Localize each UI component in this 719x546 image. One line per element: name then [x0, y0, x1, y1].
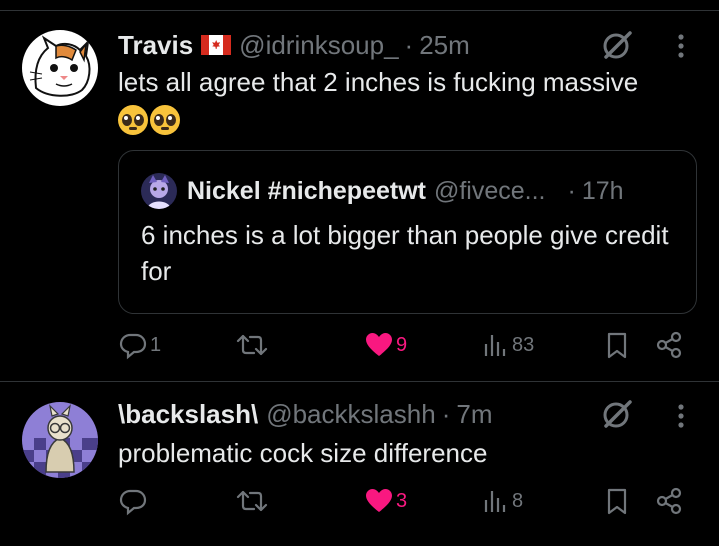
post-actions: 1 9 83	[118, 330, 688, 366]
author-handle[interactable]: @idrinksoup_	[239, 30, 398, 61]
more-icon[interactable]	[676, 32, 686, 60]
bookmark-button[interactable]	[604, 486, 630, 516]
post-header: Travis @idrinksoup_ · 25m	[118, 29, 470, 61]
avatar[interactable]	[22, 30, 98, 106]
views-count: 83	[512, 333, 535, 356]
share-button[interactable]	[654, 486, 684, 516]
canada-flag-icon	[201, 35, 232, 55]
quote-author-handle[interactable]: @fivece...	[434, 177, 546, 206]
quote-avatar[interactable]	[141, 173, 177, 209]
reply-count: 1	[150, 333, 162, 356]
avatar[interactable]	[22, 402, 98, 478]
reply-button[interactable]	[118, 486, 150, 516]
quote-author-name[interactable]: Nickel #nichepeetwt	[187, 177, 426, 206]
quote-time[interactable]: 17h	[582, 177, 624, 206]
like-count: 9	[396, 333, 408, 356]
post-text-content: lets all agree that 2 inches is fucking …	[118, 67, 639, 97]
bookmark-icon	[607, 332, 627, 359]
post-time[interactable]: 7m	[456, 399, 492, 430]
repost-button[interactable]	[236, 486, 270, 516]
post-text: lets all agree that 2 inches is fucking …	[118, 64, 698, 136]
share-button[interactable]	[654, 330, 684, 360]
post[interactable]: Travis @idrinksoup_ · 25m lets all agree…	[0, 0, 719, 380]
like-count: 3	[396, 489, 408, 512]
author-handle[interactable]: @backkslashh	[266, 399, 435, 430]
reply-icon	[119, 489, 147, 516]
separator-dot: ·	[441, 398, 451, 429]
bookmark-button[interactable]	[604, 330, 630, 360]
post-text: problematic cock size difference	[118, 438, 488, 468]
pleading-face-icon	[118, 105, 148, 136]
post-header: \backslash\ @backkslashh · 7m	[118, 398, 492, 430]
quote-header: Nickel #nichepeetwt @fivece... · 17h	[141, 173, 624, 209]
reply-button[interactable]: 1	[118, 330, 161, 360]
like-button[interactable]: 3	[364, 486, 407, 516]
quoted-post[interactable]: Nickel #nichepeetwt @fivece... · 17h 6 i…	[118, 150, 697, 314]
post-time[interactable]: 25m	[419, 30, 470, 61]
quote-text: 6 inches is a lot bigger than people giv…	[141, 220, 669, 286]
separator-dot: ·	[404, 29, 414, 60]
reply-icon	[119, 333, 147, 360]
more-icon[interactable]	[676, 402, 686, 430]
post[interactable]: \backslash\ @backkslashh · 7m problemati…	[0, 382, 719, 546]
separator-dot: ·	[567, 176, 576, 205]
repost-button[interactable]	[236, 330, 270, 360]
grok-icon[interactable]	[600, 28, 634, 62]
author-name[interactable]: Travis	[118, 30, 193, 61]
like-icon	[366, 333, 392, 356]
views-icon	[484, 491, 506, 512]
views-count: 8	[512, 489, 524, 512]
bookmark-icon	[607, 488, 627, 515]
views-button[interactable]: 83	[482, 330, 534, 360]
share-icon	[656, 487, 682, 515]
grok-icon[interactable]	[600, 397, 634, 431]
post-actions: 3 8	[118, 486, 688, 522]
repost-icon	[236, 334, 268, 356]
like-icon	[366, 489, 392, 512]
views-icon	[484, 335, 506, 356]
repost-icon	[236, 490, 268, 512]
author-name[interactable]: \backslash\	[118, 399, 258, 430]
views-button[interactable]: 8	[482, 486, 523, 516]
share-icon	[656, 331, 682, 359]
pleading-face-icon	[150, 105, 180, 136]
like-button[interactable]: 9	[364, 330, 407, 360]
